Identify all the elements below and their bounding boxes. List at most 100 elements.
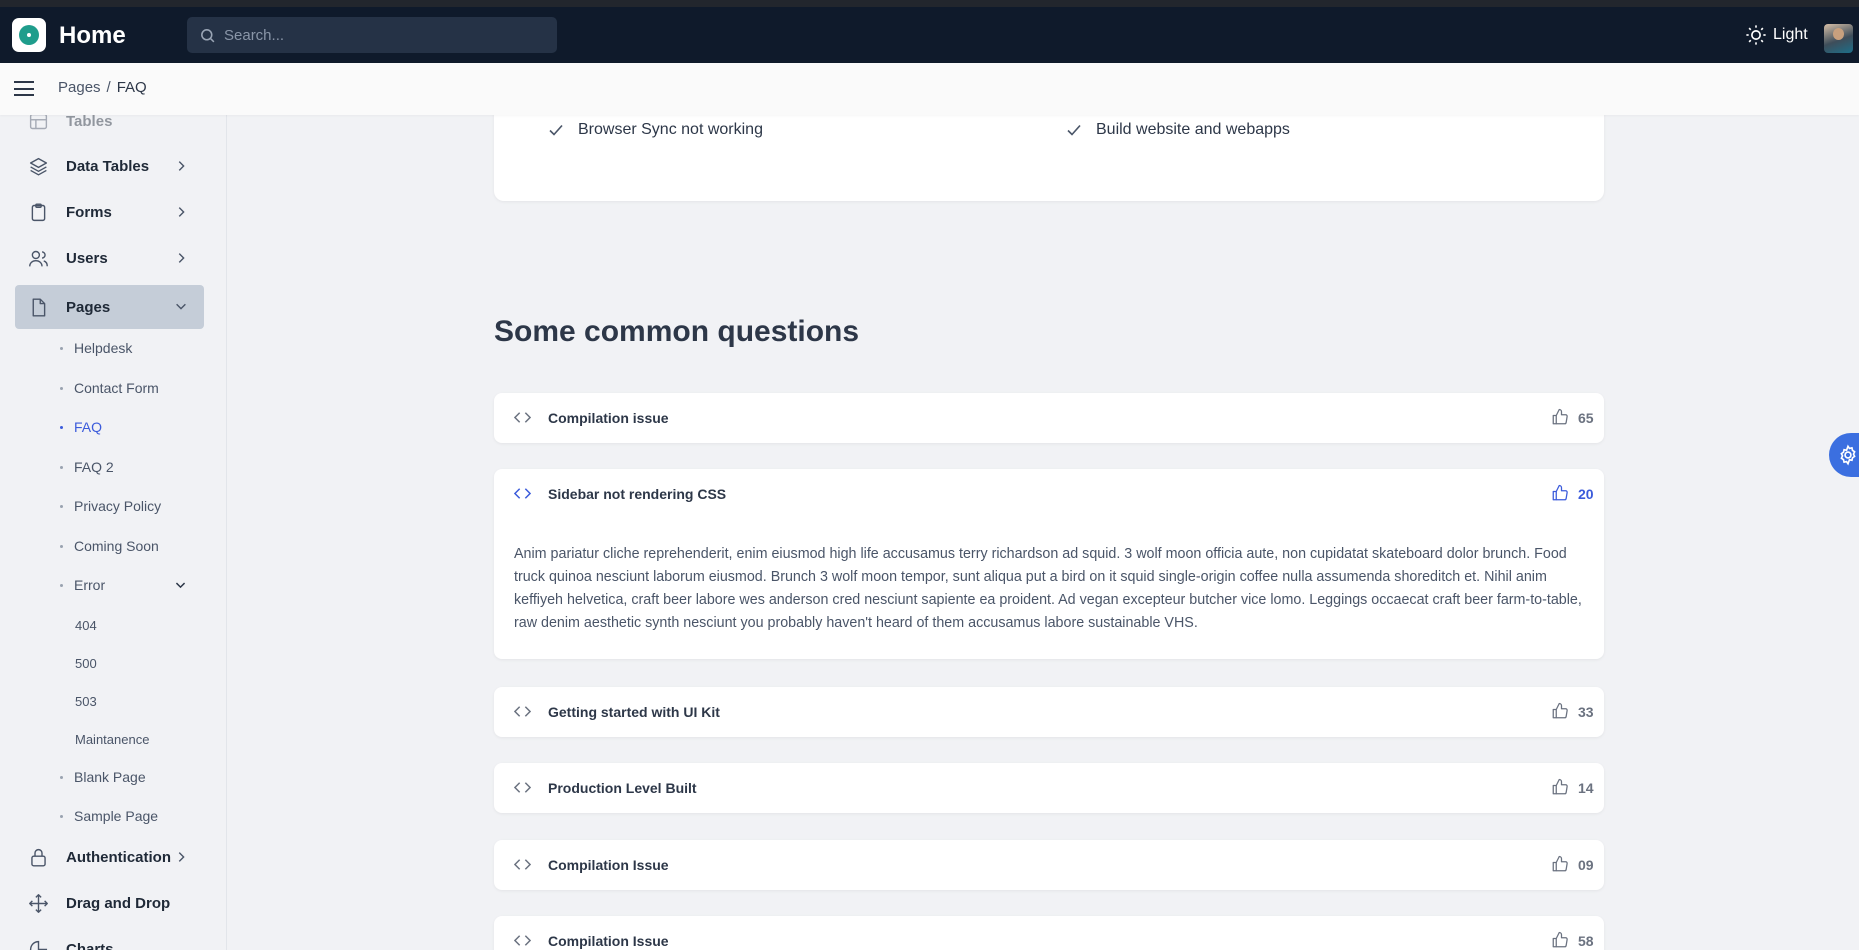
check-icon [549, 124, 563, 136]
faq-item[interactable]: Production Level Built 14 [494, 763, 1604, 813]
sidebar-subitem-label: Privacy Policy [74, 498, 162, 514]
gear-icon [1840, 444, 1856, 466]
layers-icon [29, 157, 48, 176]
sidebar-item-users[interactable]: Users [15, 237, 204, 279]
sidebar-item-pages[interactable]: Pages [15, 285, 204, 329]
sidebar-item-label: Charts [66, 940, 114, 950]
like-count: 65 [1578, 410, 1594, 426]
check-icon [1067, 124, 1081, 136]
faq-item[interactable]: Compilation Issue 09 [494, 840, 1604, 890]
faq-header[interactable]: Production Level Built 14 [494, 763, 1604, 813]
chevron-right-icon [178, 852, 185, 862]
sidebar-item-drag-and-drop[interactable]: Drag and Drop [15, 882, 204, 924]
faq-question: Compilation issue [548, 410, 669, 426]
thumbs-up-icon[interactable] [1551, 484, 1569, 502]
thumbs-up-icon[interactable] [1551, 702, 1569, 720]
code-icon [514, 782, 531, 793]
sidebar-item-authentication[interactable]: Authentication [15, 836, 204, 878]
sun-icon [1746, 25, 1766, 45]
sidebar-subitem-label: Sample Page [74, 808, 159, 824]
breadcrumb: Pages / FAQ [58, 79, 147, 96]
bullet-dot [60, 814, 63, 818]
faq-question: Compilation Issue [548, 933, 669, 949]
faq-question: Getting started with UI Kit [548, 704, 720, 720]
sidebar-subitem-sample-page[interactable]: Sample Page [60, 808, 159, 824]
breadcrumb-separator: / [106, 79, 111, 96]
sidebar-subitem-label: FAQ [74, 419, 103, 435]
theme-label: Light [1773, 26, 1808, 43]
breadcrumb-bar: Pages / FAQ [0, 63, 1859, 115]
sidebar-subitem-label: Contact Form [74, 380, 159, 396]
top-card: Browser Sync not working Build website a… [494, 105, 1604, 201]
checklist-item: Browser Sync not working [548, 121, 763, 139]
sidebar-item-data-tables[interactable]: Data Tables [15, 145, 204, 187]
sidebar-subitem-label: Coming Soon [74, 538, 159, 554]
search-input[interactable] [224, 26, 544, 44]
breadcrumb-parent[interactable]: Pages [58, 79, 101, 96]
breadcrumb-current: FAQ [116, 79, 147, 96]
thumbs-up-icon[interactable] [1551, 931, 1569, 949]
faq-item[interactable]: Getting started with UI Kit 33 [494, 687, 1604, 737]
sidebar-subitem-coming-soon[interactable]: Coming Soon [60, 538, 159, 554]
sidebar-item-label: Pages [66, 298, 111, 316]
sidebar-subitem-contact-form[interactable]: Contact Form [60, 380, 159, 396]
sidebar-item-forms[interactable]: Forms [15, 191, 204, 233]
sidebar-subitem-label: Helpdesk [74, 340, 133, 356]
chevron-down-icon [175, 582, 186, 589]
sidebar-item-tables[interactable]: Tables [15, 115, 204, 142]
sidebar-subitem-faq[interactable]: FAQ [60, 419, 103, 435]
faq-header[interactable]: Compilation Issue 09 [494, 840, 1604, 890]
app-title: Home [59, 22, 126, 49]
search-box[interactable] [187, 17, 557, 53]
thumbs-up-icon[interactable] [1551, 778, 1569, 796]
like-count: 20 [1578, 486, 1594, 502]
sidebar-item-label: Authentication [66, 848, 171, 866]
sidebar-subitem-privacy-policy[interactable]: Privacy Policy [60, 498, 162, 514]
bullet-dot [60, 544, 63, 548]
chevron-right-icon [178, 161, 185, 171]
sidebar-error-maintanence[interactable]: Maintanence [75, 732, 149, 747]
sidebar-subitem-error[interactable]: Error [60, 577, 188, 593]
faq-question: Sidebar not rendering CSS [548, 486, 727, 502]
faq-item[interactable]: Compilation issue 65 [494, 393, 1604, 443]
sidebar-subitem-blank-page[interactable]: Blank Page [60, 769, 146, 785]
bullet-dot [60, 583, 63, 587]
bullet-dot [60, 504, 63, 508]
app-logo[interactable] [12, 18, 46, 52]
sidebar-item-label: Drag and Drop [66, 894, 171, 912]
section-title: Some common questions [494, 315, 860, 348]
faq-item-expanded[interactable]: Sidebar not rendering CSS 20 Anim pariat… [494, 469, 1604, 659]
sidebar-item-label: Forms [66, 203, 112, 221]
faq-item[interactable]: Compilation Issue 58 [494, 916, 1604, 950]
theme-toggle[interactable]: Light [1745, 24, 1808, 46]
sidebar-subitem-helpdesk[interactable]: Helpdesk [60, 340, 133, 356]
faq-header[interactable]: Compilation Issue 58 [494, 916, 1604, 950]
menu-icon[interactable] [14, 81, 34, 96]
checklist-item-label: Browser Sync not working [578, 121, 763, 138]
code-icon [514, 859, 531, 870]
faq-header[interactable]: Getting started with UI Kit 33 [494, 687, 1604, 737]
clipboard-icon [31, 202, 46, 221]
code-icon [514, 412, 531, 423]
sidebar-error-404[interactable]: 404 [75, 618, 97, 633]
sidebar-item-charts[interactable]: Charts [15, 928, 204, 950]
chevron-right-icon [178, 253, 185, 263]
bullet-dot [60, 775, 63, 779]
chart-icon [29, 940, 48, 950]
avatar[interactable] [1824, 24, 1853, 53]
faq-header[interactable]: Sidebar not rendering CSS 20 [494, 469, 1604, 519]
bullet-dot [60, 425, 63, 429]
code-icon [514, 706, 531, 717]
sidebar-error-500[interactable]: 500 [75, 656, 97, 671]
search-icon [201, 28, 215, 42]
like-count: 14 [1578, 780, 1594, 796]
sidebar-subitem-faq-2[interactable]: FAQ 2 [60, 459, 114, 475]
sidebar-error-503[interactable]: 503 [75, 694, 97, 709]
like-count: 58 [1578, 933, 1594, 949]
bullet-dot [60, 386, 63, 390]
thumbs-up-icon[interactable] [1551, 855, 1569, 873]
faq-question: Compilation Issue [548, 857, 669, 873]
faq-header[interactable]: Compilation issue 65 [494, 393, 1604, 443]
chevron-right-icon [178, 207, 185, 217]
thumbs-up-icon[interactable] [1551, 408, 1569, 426]
